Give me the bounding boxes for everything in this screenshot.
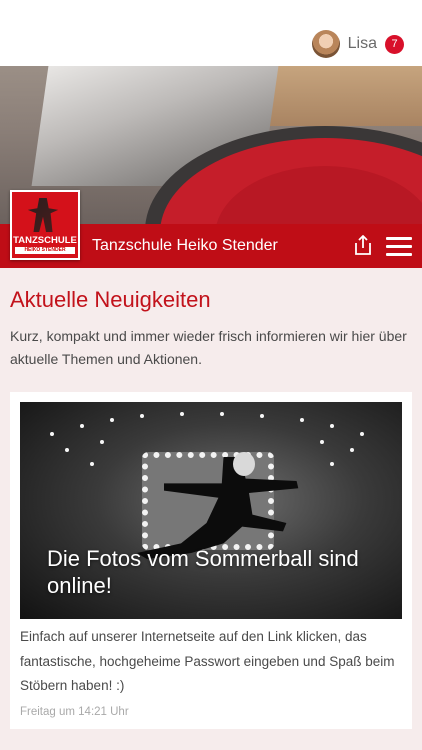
user-account[interactable]: Lisa 7 xyxy=(311,29,404,59)
notification-badge[interactable]: 7 xyxy=(385,34,404,54)
news-timestamp: Freitag um 14:21 Uhr xyxy=(20,706,129,718)
news-photo[interactable]: Die Fotos vom Sommerball sind online! xyxy=(20,402,402,619)
brand-name: Tanzschule Heiko Stender xyxy=(92,237,278,254)
intro-text: Kurz, kompakt und immer wieder frisch in… xyxy=(10,328,407,367)
news-title[interactable]: Die Fotos vom Sommerball sind online! xyxy=(47,545,377,599)
hamburger-menu-icon[interactable] xyxy=(386,237,412,257)
share-icon[interactable] xyxy=(352,234,374,256)
top-bar: Lisa 7 xyxy=(0,0,422,66)
news-text: Einfach auf unserer Internetseite auf de… xyxy=(20,629,395,693)
logo-subtext: HEIKO STENDER xyxy=(15,247,75,254)
news-card[interactable]: Die Fotos vom Sommerball sind online! Ei… xyxy=(10,392,412,729)
user-avatar[interactable] xyxy=(311,30,340,58)
tanzschule-logo: TANZSCHULE HEIKO STENDER xyxy=(10,190,80,260)
page-title: Aktuelle Neuigkeiten xyxy=(10,287,211,312)
user-name[interactable]: Lisa xyxy=(348,35,377,53)
logo-text: TANZSCHULE xyxy=(13,235,77,246)
